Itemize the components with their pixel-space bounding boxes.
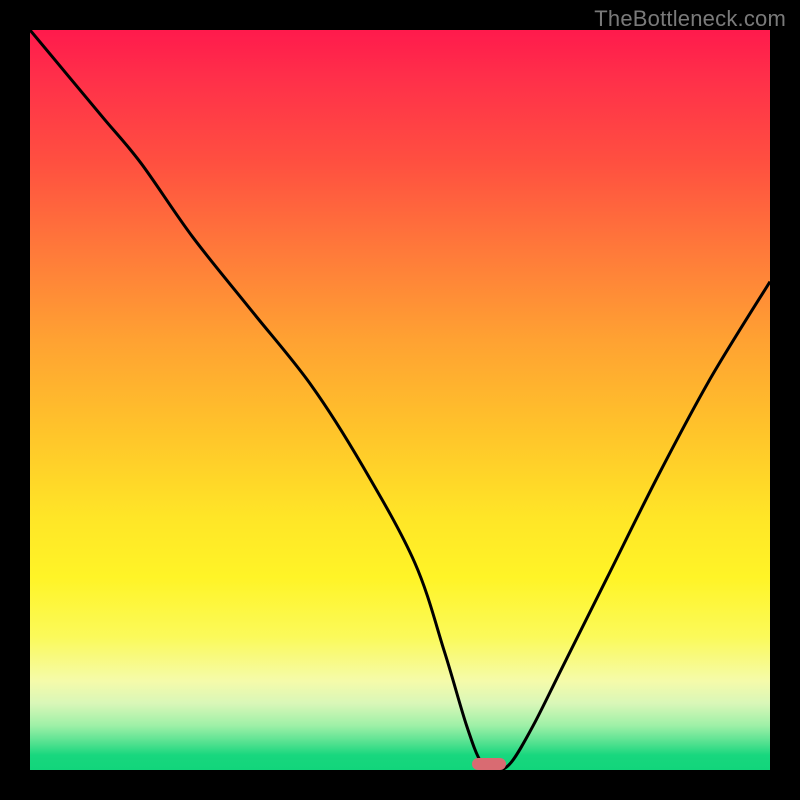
plot-area [30,30,770,770]
bottleneck-curve [30,30,770,770]
chart-container: TheBottleneck.com [0,0,800,800]
watermark-text: TheBottleneck.com [594,6,786,32]
minimum-marker [472,758,506,770]
curve-svg [30,30,770,770]
